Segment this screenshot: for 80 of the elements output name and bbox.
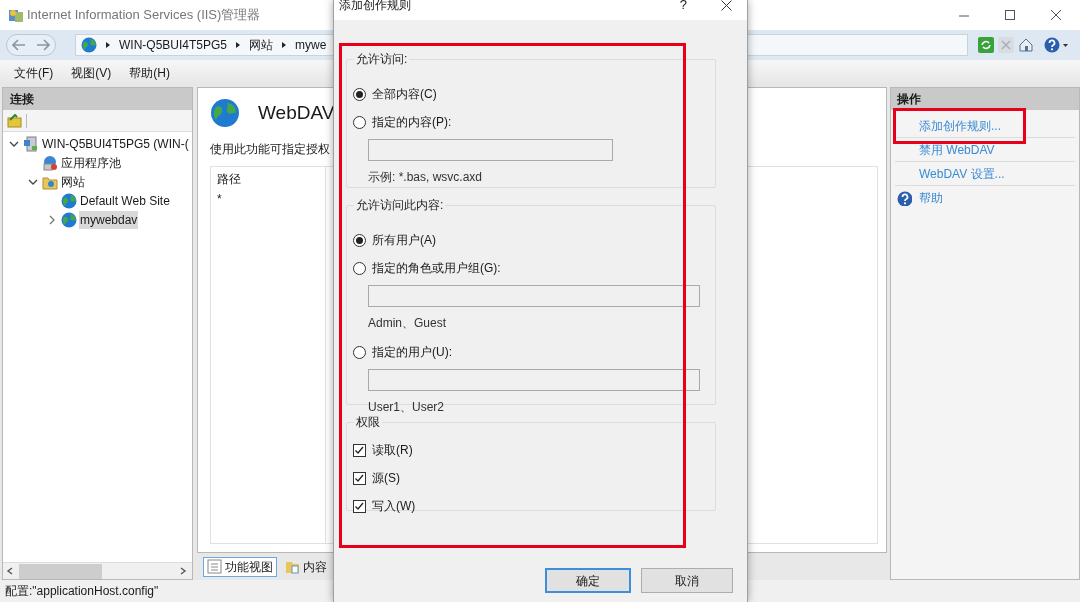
menu-item[interactable]: 视图(V) [71, 64, 112, 82]
view-tab[interactable]: 内容 [281, 556, 331, 577]
dialog-title: 添加创作规则 [339, 0, 411, 13]
connect-icon[interactable] [7, 113, 22, 128]
dialog-button[interactable]: 确定 [545, 568, 631, 593]
checkbox[interactable] [353, 471, 366, 485]
action-link[interactable]: 帮助 [919, 189, 943, 207]
server-icon [23, 135, 39, 152]
checkbox-label: 读取(R) [372, 442, 413, 459]
group-title: 权限 [355, 414, 381, 431]
radio-label: 所有用户(A) [372, 232, 436, 249]
radio-label: 指定的内容(P): [372, 114, 452, 131]
check-icon [354, 445, 365, 455]
check-icon [354, 473, 365, 483]
checkbox-label: 写入(W) [372, 498, 416, 515]
hint-text: User1、User2 [368, 399, 446, 416]
window-title: Internet Information Services (IIS)管理器 [27, 6, 261, 25]
home-icon[interactable] [1018, 37, 1034, 53]
tree-item[interactable]: WIN-Q5BUI4T5PG5 (WIN-( [41, 134, 190, 153]
hint-text: 示例: *.bas, wsvc.axd [368, 169, 484, 186]
scrollbar-thumb[interactable] [19, 563, 102, 579]
refresh-icon[interactable] [978, 37, 994, 53]
help-icon[interactable] [1044, 37, 1070, 53]
forward-icon[interactable] [36, 39, 50, 51]
status-text: 配置:"applicationHost.config" [5, 583, 159, 600]
globe-icon [61, 211, 77, 228]
tree-item[interactable]: 应用程序池 [60, 153, 122, 172]
checkbox-label: 源(S) [372, 470, 400, 487]
radio-button[interactable] [353, 261, 366, 275]
globe-icon [61, 192, 77, 209]
hint-text: Admin、Guest [368, 315, 448, 332]
app-pool-icon [42, 154, 58, 171]
input-field[interactable] [368, 369, 700, 391]
radio-button[interactable] [353, 345, 366, 359]
dialog-help-button[interactable]: ? [679, 0, 687, 13]
feature-description: 使用此功能可指定授权 [210, 141, 330, 158]
back-icon[interactable] [12, 39, 26, 51]
globe-icon [81, 37, 97, 53]
horizontal-scrollbar[interactable] [3, 562, 192, 579]
checkbox[interactable] [353, 499, 366, 513]
breadcrumb-item[interactable]: mywe [295, 36, 327, 54]
close-icon[interactable] [1050, 8, 1062, 21]
globe-icon [210, 98, 240, 128]
expand-icon[interactable] [47, 214, 57, 225]
list-view-icon [207, 559, 222, 574]
menu-item[interactable]: 帮助(H) [129, 64, 170, 82]
input-field[interactable] [368, 285, 700, 307]
radio-label: 指定的用户(U): [372, 344, 452, 361]
column-header[interactable]: 路径 [217, 170, 325, 190]
folder-icon [285, 559, 300, 574]
breadcrumb-item[interactable]: WIN-Q5BUI4T5PG5 [119, 36, 228, 54]
check-icon [354, 501, 365, 511]
radio-label: 全部内容(C) [372, 86, 437, 103]
tree-item[interactable]: mywebdav [79, 210, 139, 229]
tree-item[interactable]: 网站 [60, 172, 86, 191]
maximize-icon[interactable] [1004, 8, 1016, 21]
breadcrumb-arrow-icon[interactable] [105, 41, 111, 49]
panel-header: 连接 [3, 88, 192, 110]
dialog-button[interactable]: 取消 [641, 568, 733, 593]
close-icon[interactable] [721, 0, 732, 11]
input-field[interactable] [368, 139, 613, 161]
tree-item[interactable]: Default Web Site [79, 191, 171, 210]
checkbox[interactable] [353, 443, 366, 457]
breadcrumb-arrow-icon[interactable] [281, 41, 288, 49]
action-link[interactable]: 添加创作规则... [919, 116, 1001, 135]
breadcrumb-arrow-icon[interactable] [235, 41, 242, 49]
table-cell-text: * [217, 191, 223, 208]
breadcrumb-item[interactable]: 网站 [249, 36, 274, 54]
back-forward-control[interactable] [6, 34, 56, 56]
view-tab[interactable]: 功能视图 [203, 556, 277, 577]
group-title: 允许访问此内容: [355, 197, 445, 214]
panel-header: 操作 [891, 88, 1079, 110]
feature-title: WebDAV [258, 100, 335, 125]
radio-button[interactable] [353, 87, 366, 101]
radio-label: 指定的角色或用户组(G): [372, 260, 501, 277]
menu-item[interactable]: 文件(F) [14, 64, 54, 82]
radio-button[interactable] [353, 115, 366, 129]
iis-app-icon [8, 7, 24, 23]
radio-button[interactable] [353, 233, 366, 247]
help-icon [897, 190, 912, 206]
